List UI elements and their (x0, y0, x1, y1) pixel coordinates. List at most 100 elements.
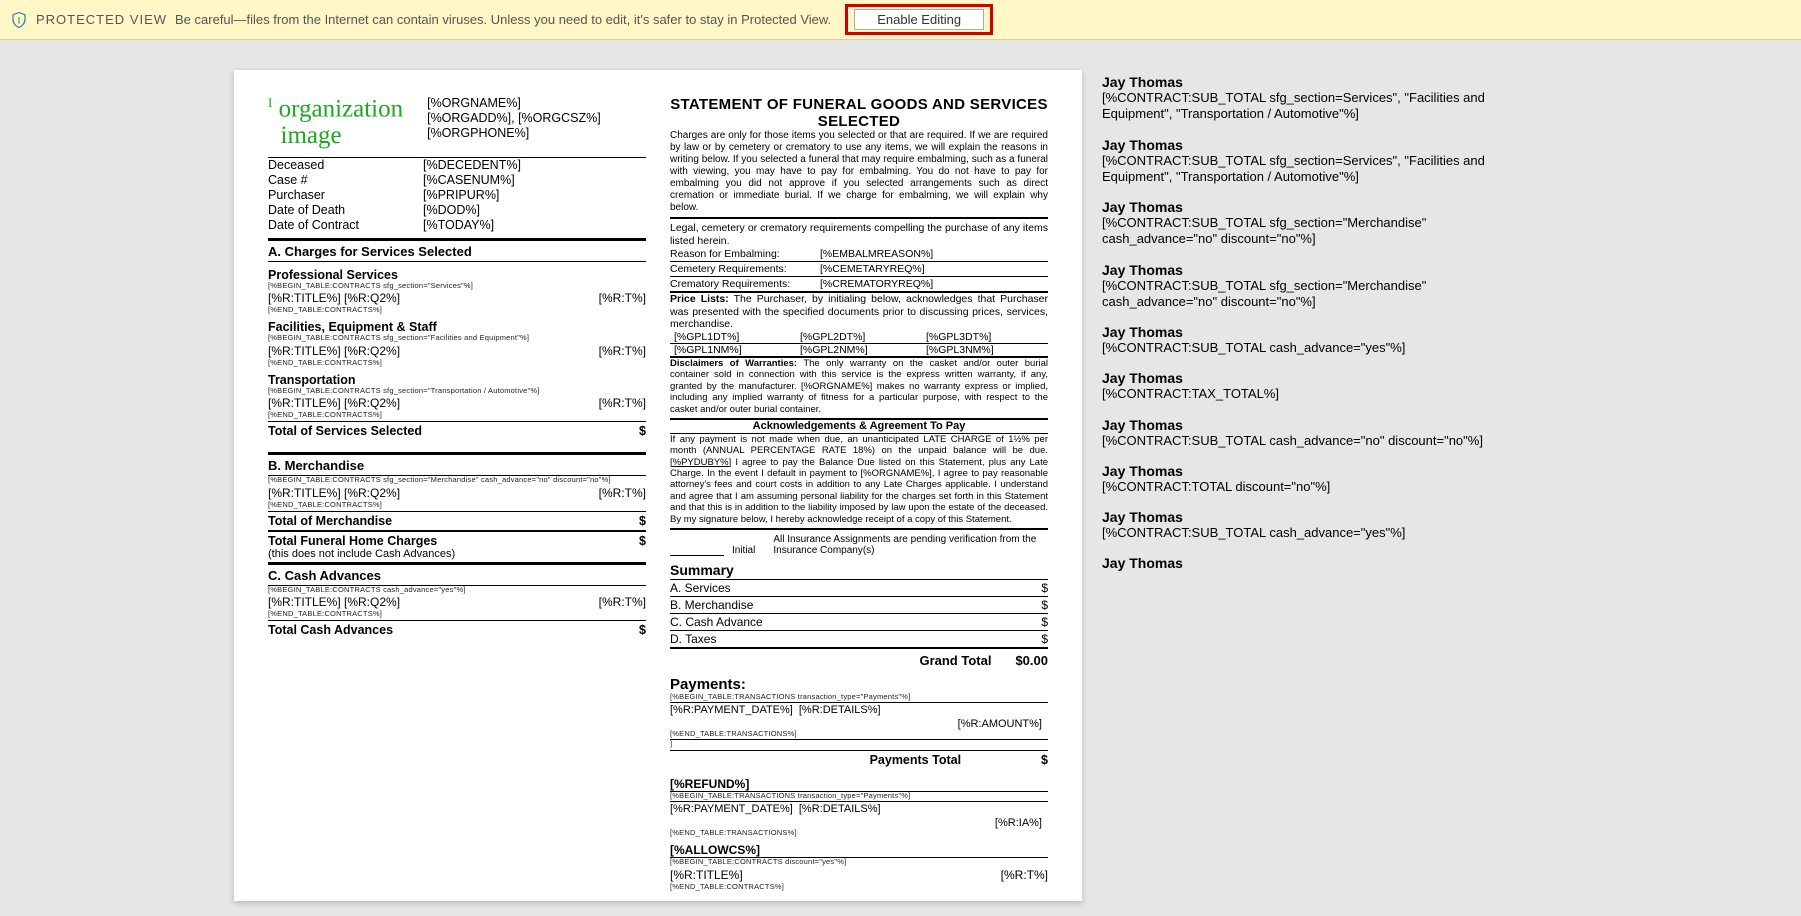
comments-panel: Jay Thomas[%CONTRACT:SUB_TOTAL sfg_secti… (1102, 74, 1502, 901)
comment-author: Jay Thomas (1102, 555, 1502, 571)
facilities-head: Facilities, Equipment & Staff (268, 320, 646, 334)
document-workspace: I organization image [%ORGNAME%] [%ORGAD… (0, 40, 1801, 901)
comment-author: Jay Thomas (1102, 199, 1502, 215)
initial-label: Initial (732, 545, 755, 556)
comment-author: Jay Thomas (1102, 509, 1502, 525)
disc-end-tag: [%END_TABLE:CONTRACTS%] (670, 883, 1048, 891)
gpl2nm: [%GPL2NM%] (796, 344, 922, 356)
ack-pyduby: [%PYDUBY%] (670, 457, 731, 468)
comment-item[interactable]: Jay Thomas[%CONTRACT:TAX_TOTAL%] (1102, 370, 1502, 402)
disc-title: [%R:TITLE%] (670, 868, 743, 882)
purchaser-value: [%PRIPUR%] (423, 188, 499, 202)
embalm-reason-label: Reason for Embalming: (670, 247, 820, 261)
refund-tag: [%REFUND%] (670, 777, 1048, 792)
dod-label: Date of Death (268, 203, 423, 217)
pay-begin-tag2: [%BEGIN_TABLE:TRANSACTIONS transaction_t… (670, 792, 1048, 800)
merch-begin-tag: [%BEGIN_TABLE:CONTRACTS sfg_section="Mer… (268, 476, 646, 484)
total-merch-label: Total of Merchandise (268, 514, 392, 528)
deceased-value: [%DECEDENT%] (423, 158, 521, 172)
comment-body: [%CONTRACT:SUB_TOTAL sfg_section="Mercha… (1102, 215, 1502, 248)
statement-p2: Legal, cemetery or crematory requirement… (670, 222, 1048, 247)
trans-title-q2: [%R:TITLE%] [%R:Q2%] (268, 396, 400, 410)
statement-title: STATEMENT OF FUNERAL GOODS AND SERVICES … (670, 96, 1048, 130)
cemetery-req-value: [%CEMETARYREQ%] (820, 262, 1048, 276)
pay-details: [%R:DETAILS%] (799, 704, 932, 716)
comment-body: [%CONTRACT:SUB_TOTAL sfg_section="Mercha… (1102, 278, 1502, 311)
protected-view-desc: Be careful—files from the Internet can c… (175, 12, 831, 27)
shield-icon (10, 11, 28, 29)
initial-slot[interactable] (670, 555, 724, 556)
dod-value: [%DOD%] (423, 203, 480, 217)
total-cash-label: Total Cash Advances (268, 623, 393, 637)
payments-begin-tag: [%BEGIN_TABLE:TRANSACTIONS transaction_t… (670, 693, 1048, 701)
transportation-head: Transportation (268, 373, 646, 387)
summary-head: Summary (670, 562, 1048, 580)
price-lists-lead: Price Lists: (670, 293, 729, 305)
date-contract-label: Date of Contract (268, 218, 423, 232)
comment-item[interactable]: Jay Thomas[%CONTRACT:SUB_TOTAL sfg_secti… (1102, 262, 1502, 311)
cash-begin-tag: [%BEGIN_TABLE:CONTRACTS cash_advance="ye… (268, 586, 646, 594)
comment-item[interactable]: Jay Thomas[%CONTRACT:SUB_TOTAL sfg_secti… (1102, 137, 1502, 186)
payments-total-val: $ (1041, 753, 1048, 767)
document-page: I organization image [%ORGNAME%] [%ORGAD… (234, 70, 1082, 901)
comment-author: Jay Thomas (1102, 324, 1502, 340)
section-b-head: B. Merchandise (268, 452, 646, 476)
statement-p1: Charges are only for those items you sel… (670, 130, 1048, 214)
gpl3nm: [%GPL3NM%] (922, 344, 1048, 356)
comment-author: Jay Thomas (1102, 262, 1502, 278)
ack-body1: If any payment is not made when due, an … (670, 434, 1048, 456)
payments-end-tag: [%END_TABLE:TRANSACTIONS%] (670, 730, 1048, 738)
enable-editing-highlight: Enable Editing (845, 4, 993, 35)
total-cash-val: $ (639, 623, 646, 637)
comment-author: Jay Thomas (1102, 137, 1502, 153)
comment-item[interactable]: Jay Thomas[%CONTRACT:SUB_TOTAL cash_adva… (1102, 417, 1502, 449)
professional-services-head: Professional Services (268, 268, 646, 282)
summary-d: D. Taxes (670, 632, 716, 646)
allowcs-tag: [%ALLOWCS%] (670, 843, 1048, 858)
total-fh-label: Total Funeral Home Charges (268, 534, 437, 548)
total-services-val: $ (639, 424, 646, 438)
prof-title-q2: [%R:TITLE%] [%R:Q2%] (268, 291, 400, 305)
pay-date2: [%R:PAYMENT_DATE%] (670, 803, 799, 815)
grand-total-value: $0.00 (1015, 653, 1048, 668)
enable-editing-button[interactable]: Enable Editing (854, 9, 984, 30)
comment-item[interactable]: Jay Thomas[%CONTRACT:SUB_TOTAL cash_adva… (1102, 509, 1502, 541)
pay-ia: [%R:IA%] (932, 817, 1048, 829)
acknowledgements-head: Acknowledgements & Agreement To Pay (670, 418, 1048, 434)
trans-end-tag: [%END_TABLE:CONTRACTS%] (268, 411, 646, 419)
fac-title-q2: [%R:TITLE%] [%R:Q2%] (268, 344, 400, 358)
cash-rt: [%R:T%] (599, 595, 646, 609)
comment-item[interactable]: Jay Thomas (1102, 555, 1502, 571)
grand-total-label: Grand Total (919, 653, 991, 668)
organization-image-placeholder: I organization image (268, 96, 403, 149)
section-a-head: A. Charges for Services Selected (268, 238, 646, 262)
pay-date: [%R:PAYMENT_DATE%] (670, 704, 799, 716)
comment-body: [%CONTRACT:TOTAL discount="no"%] (1102, 479, 1502, 495)
protected-view-bar: PROTECTED VIEW Be careful—files from the… (0, 0, 1801, 40)
merch-title-q2: [%R:TITLE%] [%R:Q2%] (268, 486, 400, 500)
comment-author: Jay Thomas (1102, 417, 1502, 433)
trans-begin-tag: [%BEGIN_TABLE:CONTRACTS sfg_section="Tra… (268, 387, 646, 395)
comment-item[interactable]: Jay Thomas[%CONTRACT:SUB_TOTAL cash_adva… (1102, 324, 1502, 356)
comment-body: [%CONTRACT:TAX_TOTAL%] (1102, 386, 1502, 402)
summary-b: B. Merchandise (670, 598, 753, 612)
section-c-head: C. Cash Advances (268, 565, 646, 586)
org-name: [%ORGNAME%] (427, 96, 521, 110)
comment-item[interactable]: Jay Thomas[%CONTRACT:SUB_TOTAL sfg_secti… (1102, 74, 1502, 123)
case-value: [%CASENUM%] (423, 173, 515, 187)
pay-amount: [%R:AMOUNT%] (932, 718, 1048, 730)
total-merch-val: $ (639, 514, 646, 528)
insurance-pending: All Insurance Assignments are pending ve… (755, 534, 1048, 556)
comment-item[interactable]: Jay Thomas[%CONTRACT:TOTAL discount="no"… (1102, 463, 1502, 495)
summary-c: C. Cash Advance (670, 615, 763, 629)
left-column: I organization image [%ORGNAME%] [%ORGAD… (268, 96, 646, 891)
cash-title-q2: [%R:TITLE%] [%R:Q2%] (268, 595, 400, 609)
comment-body: [%CONTRACT:SUB_TOTAL sfg_section=Service… (1102, 90, 1502, 123)
purchaser-label: Purchaser (268, 188, 423, 202)
fac-end-tag: [%END_TABLE:CONTRACTS%] (268, 359, 646, 367)
comment-item[interactable]: Jay Thomas[%CONTRACT:SUB_TOTAL sfg_secti… (1102, 199, 1502, 248)
fac-rt: [%R:T%] (599, 344, 646, 358)
disc-begin-tag: [%BEGIN_TABLE:CONTRACTS discount="yes"%] (670, 858, 1048, 866)
summary-a-val: $ (1041, 581, 1048, 595)
payments-total-label: Payments Total (870, 753, 961, 767)
